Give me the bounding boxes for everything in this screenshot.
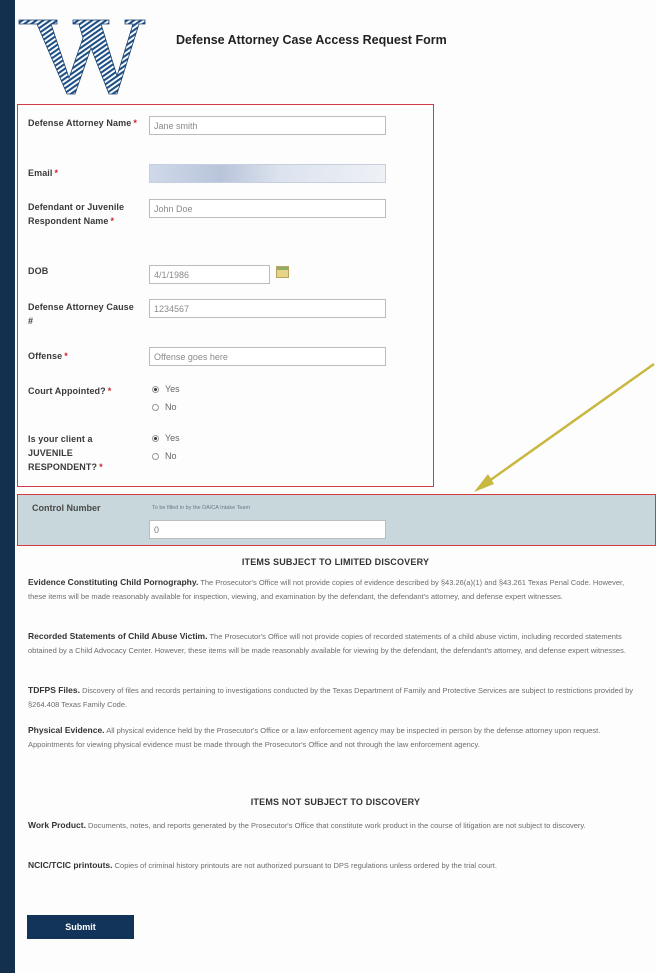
juvenile-no[interactable]: No <box>152 451 177 462</box>
control-number-label: Control Number <box>32 503 101 513</box>
cause-label: Defense Attorney Cause # <box>28 302 134 326</box>
defendant-input[interactable] <box>149 199 386 218</box>
form-title: Defense Attorney Case Access Request For… <box>176 33 447 47</box>
control-number-hint: To be filled in by the DA/CA Intake Team <box>152 505 251 511</box>
not-subject-item: NCIC/TCIC printouts. Copies of criminal … <box>28 860 497 870</box>
email-input[interactable] <box>149 164 386 183</box>
limited-item: Recorded Statements of Child Abuse Victi… <box>28 631 626 655</box>
dob-input[interactable] <box>149 265 270 284</box>
limited-item: Physical Evidence. All physical evidence… <box>28 725 601 749</box>
radio-selected-icon <box>152 386 159 393</box>
limited-item: TDFPS Files. Discovery of files and reco… <box>28 685 634 709</box>
w-logo <box>18 19 146 95</box>
juvenile-yes[interactable]: Yes <box>152 433 180 444</box>
limited-item: Evidence Constituting Child Pornography.… <box>28 577 625 601</box>
defendant-label: Defendant or Juvenile Respondent Name * <box>28 202 125 226</box>
attorney-name-input[interactable] <box>149 116 386 135</box>
limited-discovery-heading: ITEMS SUBJECT TO LIMITED DISCOVERY <box>241 557 430 567</box>
calendar-icon[interactable] <box>276 266 289 278</box>
radio-empty-icon <box>152 404 159 411</box>
not-subject-item: Work Product. Documents, notes, and repo… <box>28 820 586 830</box>
email-label: Email * <box>28 168 59 178</box>
cause-input[interactable] <box>149 299 386 318</box>
court-appointed-no[interactable]: No <box>152 402 177 413</box>
submit-button[interactable]: Submit <box>27 915 134 939</box>
court-appointed-label: Court Appointed? * <box>28 386 112 396</box>
juvenile-label: Is your client a JUVENILE RESPONDENT? * <box>28 434 103 472</box>
not-subject-heading: ITEMS NOT SUBJECT TO DISCOVERY <box>250 797 421 807</box>
radio-empty-icon <box>152 453 159 460</box>
court-appointed-yes[interactable]: Yes <box>152 384 180 395</box>
form-section <box>17 104 434 487</box>
offense-input[interactable] <box>149 347 386 366</box>
attorney-name-label: Defense Attorney Name * <box>28 118 137 128</box>
yellow-arrow-annotation <box>474 362 655 492</box>
offense-label: Offense * <box>28 351 68 361</box>
control-number-input[interactable] <box>149 520 386 539</box>
dob-label: DOB <box>28 266 49 276</box>
radio-selected-icon <box>152 435 159 442</box>
